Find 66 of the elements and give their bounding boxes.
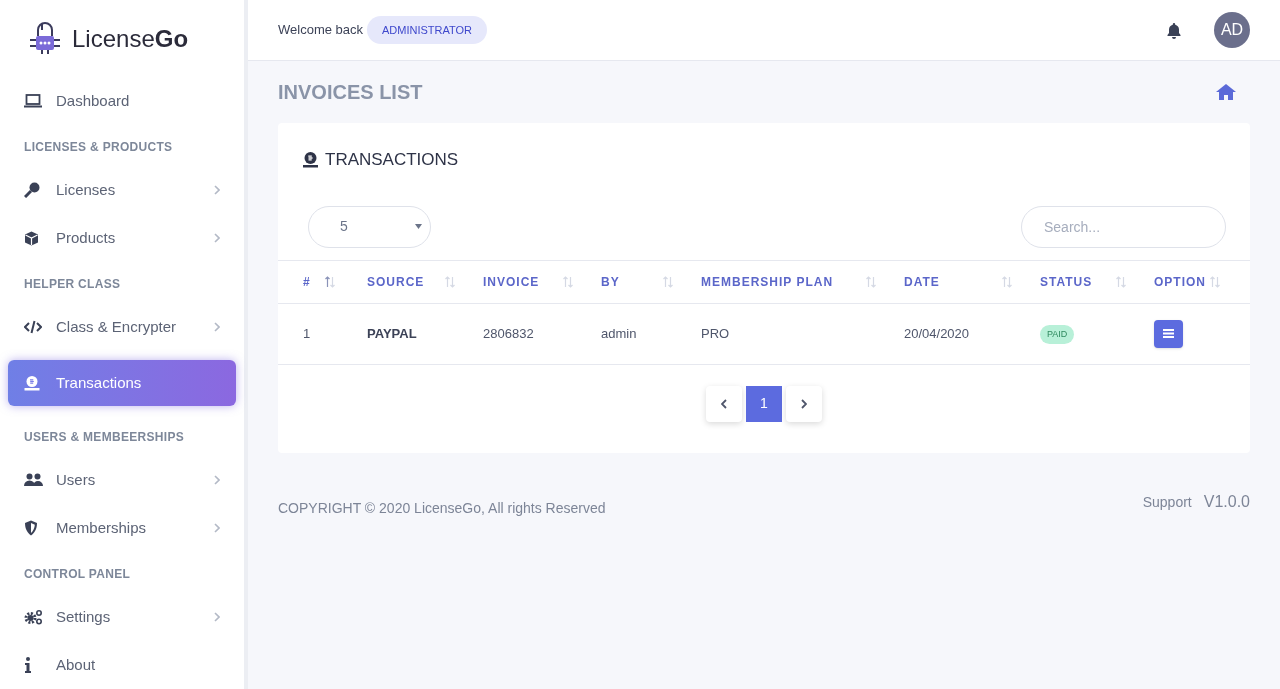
sort-icon[interactable] (324, 275, 335, 288)
sidebar-item[interactable]: Licenses (8, 166, 236, 214)
sidebar-item[interactable]: Settings (8, 593, 236, 641)
sort-icon[interactable] (866, 275, 876, 288)
page-title: INVOICES LIST (278, 80, 423, 105)
card-title: TRANSACTIONS (325, 149, 459, 171)
page-button[interactable]: 1 (746, 385, 782, 422)
laptop-icon (24, 94, 42, 108)
section-heading: HELPER CLASS (23, 276, 122, 293)
money-icon (302, 151, 319, 169)
column-header[interactable]: BY (601, 272, 620, 291)
chevron-left-icon (721, 398, 727, 409)
sort-icon[interactable] (1210, 275, 1220, 288)
column-header[interactable]: STATUS (1040, 272, 1093, 291)
sidebar-item[interactable]: Class & Encrypter (8, 303, 236, 351)
column-header[interactable]: DATE (904, 272, 940, 291)
version-text: V1.0.0 (1203, 492, 1250, 512)
key-icon (24, 182, 40, 198)
code-icon (24, 320, 42, 334)
sidebar-item[interactable]: Users (8, 456, 236, 504)
money-icon (24, 375, 40, 391)
brand-name: LicenseGo (72, 23, 189, 54)
column-header[interactable]: OPTION (1154, 272, 1206, 291)
section-heading: CONTROL PANEL (23, 566, 132, 583)
welcome-text: Welcome back (278, 21, 363, 40)
column-header[interactable]: MEMBERSHIP PLAN (701, 272, 834, 291)
table-cell: PAYPAL (367, 325, 417, 341)
table-cell: admin (601, 325, 637, 341)
sidebar-item[interactable]: Dashboard (8, 77, 236, 125)
users-icon (24, 473, 43, 487)
table-cell: 20/04/2020 (904, 325, 970, 341)
section-heading: LICENSES & PRODUCTS (23, 139, 174, 156)
options-button[interactable] (1154, 319, 1183, 348)
table-cell: 2806832 (483, 325, 534, 341)
info-icon (24, 657, 32, 673)
previous-page-button[interactable] (706, 385, 742, 422)
menu-icon (1163, 329, 1174, 338)
chevron-right-icon (801, 398, 807, 409)
home-icon[interactable] (1216, 84, 1236, 100)
copyright-text: COPYRIGHT © 2020 LicenseGo, All rights Reserved (278, 499, 606, 518)
role-badge: ADMINISTRATOR (367, 15, 488, 45)
table-cell: 1 (303, 325, 311, 341)
gears-icon (24, 609, 43, 625)
sidebar-item[interactable]: Memberships (8, 504, 236, 552)
user-avatar[interactable]: AD (1214, 12, 1250, 48)
sort-icon[interactable] (445, 275, 455, 288)
support-link[interactable]: Support (1142, 491, 1192, 513)
section-heading: USERS & MEMBEERSHIPS (23, 429, 186, 446)
box-icon (24, 230, 39, 246)
sort-icon[interactable] (663, 275, 673, 288)
table-cell: PRO (701, 325, 730, 341)
status-badge: PAID (1040, 324, 1075, 345)
notification-bell-icon[interactable] (1166, 21, 1182, 39)
shield-icon (24, 520, 38, 536)
next-page-button[interactable] (786, 385, 822, 422)
sidebar-item[interactable]: Products (8, 214, 236, 262)
sort-icon[interactable] (1116, 275, 1126, 288)
sort-icon[interactable] (1002, 275, 1012, 288)
sidebar-item[interactable]: Transactions (8, 360, 236, 406)
dropdown-caret-icon (415, 224, 422, 229)
column-header[interactable]: # (303, 272, 311, 291)
column-header[interactable]: INVOICE (483, 272, 540, 291)
column-header[interactable]: SOURCE (367, 272, 425, 291)
sort-icon[interactable] (563, 275, 573, 288)
sidebar-item[interactable]: About (8, 641, 236, 689)
search-field[interactable]: Search... (1021, 205, 1226, 248)
